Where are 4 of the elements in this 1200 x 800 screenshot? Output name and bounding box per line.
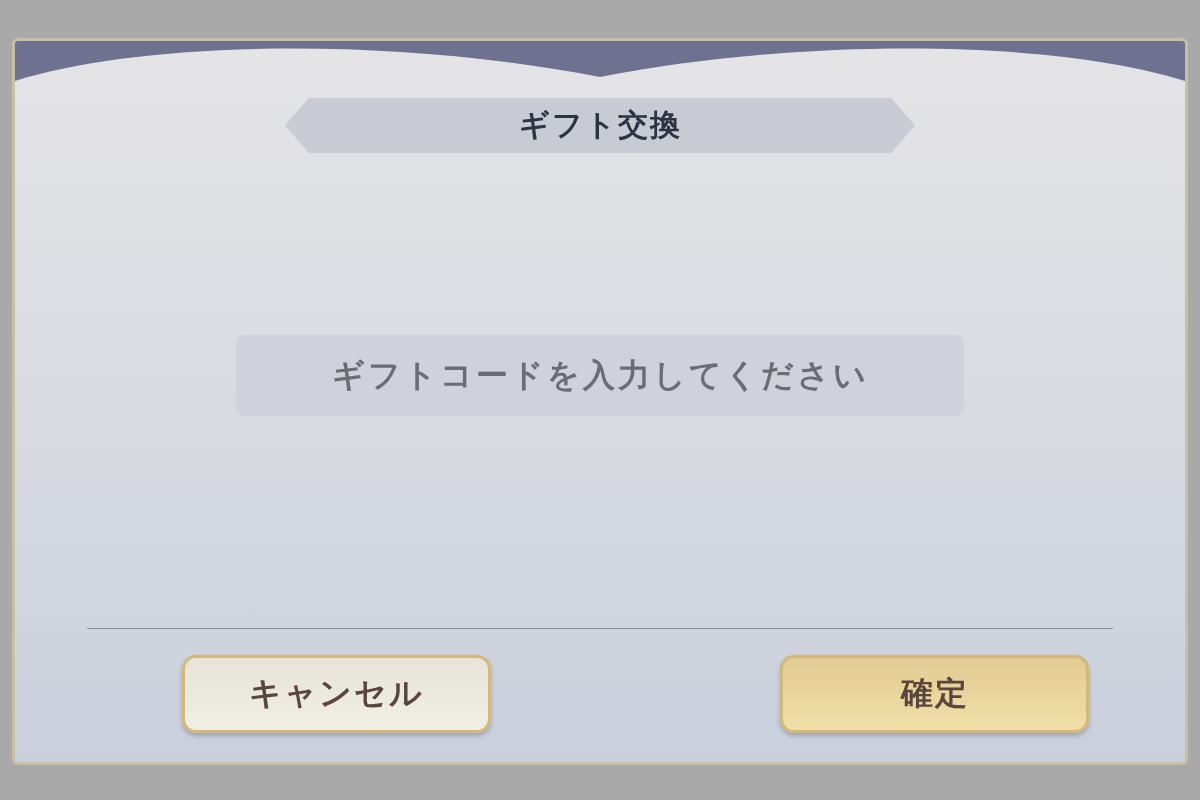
gift-code-field[interactable]: ギフトコードを入力してください [236, 335, 964, 416]
confirm-button[interactable]: 確定 [780, 655, 1089, 733]
dialog-title: ギフト交換 [285, 98, 915, 153]
cancel-button[interactable]: キャンセル [182, 655, 491, 733]
